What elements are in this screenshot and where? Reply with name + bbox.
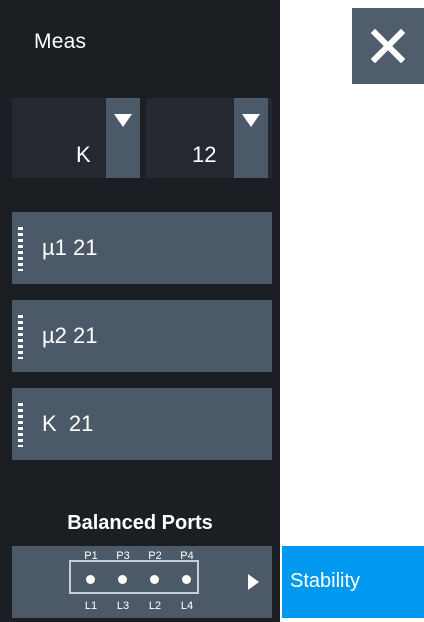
line-label: L1 xyxy=(84,600,98,612)
triangle-right-icon[interactable] xyxy=(248,574,259,590)
param-label: µ2 21 xyxy=(42,323,98,348)
drag-handle-icon xyxy=(18,227,23,271)
panel-title: Meas xyxy=(34,30,87,53)
port-dot xyxy=(118,575,127,584)
close-button[interactable] xyxy=(352,8,424,84)
param-label: µ1 21 xyxy=(42,235,98,260)
port-dot xyxy=(150,575,159,584)
drag-handle-icon xyxy=(18,403,23,447)
meas-panel: Meas K 12 µ1 21 µ2 21 K 21 Balanced Port… xyxy=(0,0,280,622)
line-label: L3 xyxy=(116,600,130,612)
port-label: P4 xyxy=(180,550,194,562)
port-diagram: P1 P3 P2 P4 L1 L3 L2 L4 xyxy=(67,550,203,614)
display-area xyxy=(282,92,424,540)
tab-label: Stability xyxy=(290,570,361,592)
port-pair-dropdown-button[interactable] xyxy=(234,98,268,178)
port-pair-select[interactable]: 12 xyxy=(146,98,272,178)
param-button-mu1[interactable]: µ1 21 xyxy=(12,212,272,284)
line-label: L4 xyxy=(180,600,194,612)
close-icon xyxy=(371,29,405,63)
chevron-down-icon xyxy=(114,114,132,127)
balanced-ports-button[interactable]: P1 P3 P2 P4 L1 L3 L2 L4 xyxy=(12,546,272,618)
port-label: P1 xyxy=(84,550,98,562)
param-label: K 21 xyxy=(42,411,94,436)
port-label: P3 xyxy=(116,550,130,562)
param-button-mu2[interactable]: µ2 21 xyxy=(12,300,272,372)
chevron-down-icon xyxy=(242,114,260,127)
line-label: L2 xyxy=(148,600,162,612)
parameter-select[interactable]: K xyxy=(12,98,140,178)
port-label: P2 xyxy=(148,550,162,562)
drag-handle-icon xyxy=(18,315,23,359)
balanced-ports-title: Balanced Ports xyxy=(67,512,213,534)
parameter-select-value: K xyxy=(76,142,91,167)
tab-stability[interactable]: Stability xyxy=(282,546,424,618)
port-dot xyxy=(182,575,191,584)
port-dot xyxy=(86,575,95,584)
port-pair-select-value: 12 xyxy=(192,142,217,167)
param-button-k[interactable]: K 21 xyxy=(12,388,272,460)
parameter-dropdown-button[interactable] xyxy=(106,98,140,178)
